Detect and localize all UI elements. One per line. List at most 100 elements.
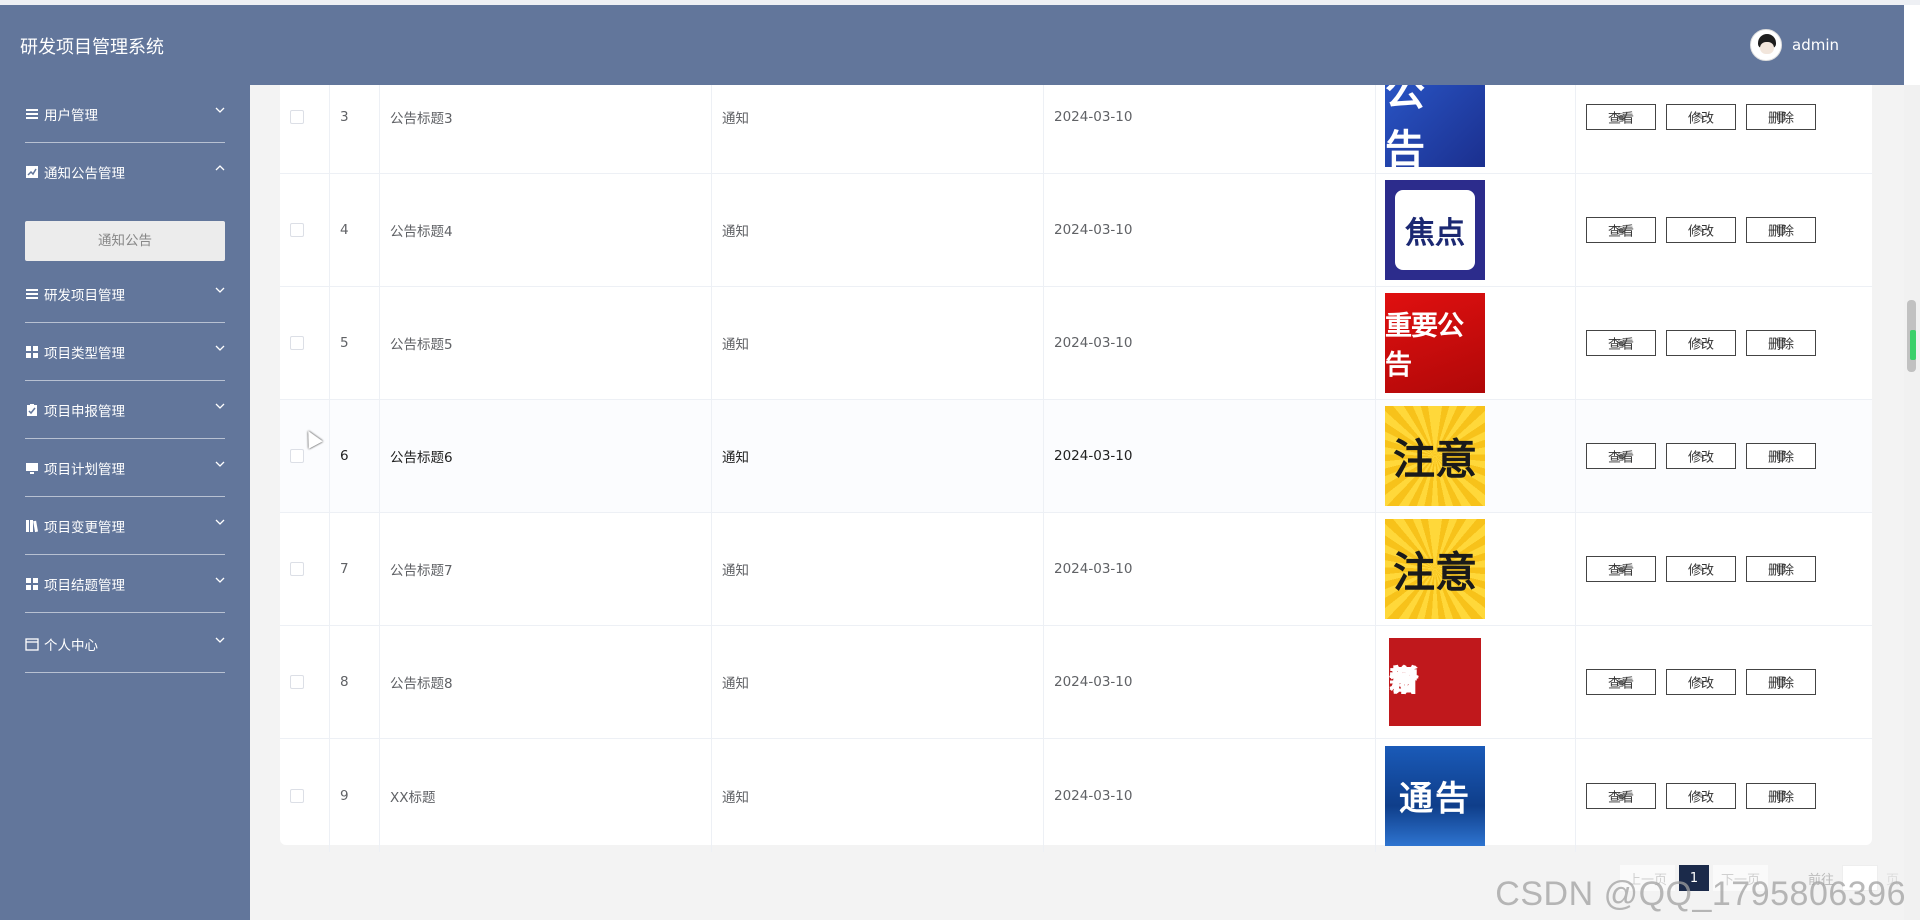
row-date: 2024-03-10: [1054, 674, 1133, 690]
chevron-down-icon: [215, 577, 225, 583]
row-index: 4: [340, 222, 349, 238]
notice-image: 今日新增: [1385, 632, 1485, 732]
row-checkbox[interactable]: [290, 110, 304, 124]
view-button[interactable]: ◉ 查看: [1586, 443, 1656, 469]
edit-button[interactable]: ✎ 修改: [1666, 443, 1736, 469]
page-scrollbar[interactable]: [1904, 85, 1920, 920]
row-type: 通知: [722, 111, 749, 127]
view-button[interactable]: ◉ 查看: [1586, 669, 1656, 695]
calendar-icon: [25, 637, 39, 651]
row-date: 2024-03-10: [1054, 448, 1133, 464]
row-title: 公告标题5: [390, 337, 453, 353]
edit-button[interactable]: ✎ 修改: [1666, 556, 1736, 582]
sidebar-subitem-notice[interactable]: 通知公告: [25, 221, 225, 261]
book-icon: [25, 519, 39, 533]
row-date: 2024-03-10: [1054, 109, 1133, 125]
top-header: 研发项目管理系统 admin: [0, 5, 1904, 85]
sidebar-item-personal-center[interactable]: 个人中心: [0, 615, 250, 673]
row-title: 公告标题6: [390, 450, 453, 466]
user-menu[interactable]: admin: [1750, 29, 1839, 61]
row-type: 通知: [722, 563, 749, 579]
delete-button[interactable]: 🗑 删除: [1746, 669, 1816, 695]
view-button[interactable]: ◉ 查看: [1586, 104, 1656, 130]
row-index: 8: [340, 674, 349, 690]
notice-image: 注意: [1385, 519, 1485, 619]
row-date: 2024-03-10: [1054, 787, 1133, 804]
view-button[interactable]: ◉ 查看: [1586, 330, 1656, 356]
delete-button[interactable]: 🗑 删除: [1746, 782, 1816, 809]
sidebar-item-project-change-management[interactable]: 项目变更管理: [0, 497, 250, 555]
table-row: 5 公告标题5 通知 2024-03-10 重要公告 ◉ 查看 ✎ 修改 🗑 删除: [280, 287, 1872, 400]
row-type: 通知: [722, 789, 749, 806]
sidebar-item-project-type-management[interactable]: 项目类型管理: [0, 323, 250, 381]
delete-button[interactable]: 🗑 删除: [1746, 330, 1816, 356]
table-row: 8 公告标题8 通知 2024-03-10 今日新增 ◉ 查看 ✎ 修改 🗑 删除: [280, 626, 1872, 739]
delete-button[interactable]: 🗑 删除: [1746, 104, 1816, 130]
chevron-down-icon: [215, 637, 225, 643]
row-checkbox[interactable]: [290, 562, 304, 576]
clipboard-icon: [25, 403, 39, 417]
watermark: CSDN @QQ_1795806396: [1495, 875, 1906, 913]
row-title: XX标题: [390, 789, 436, 806]
sidebar-item-label: 项目申报管理: [44, 404, 125, 420]
row-title: 公告标题3: [390, 111, 453, 127]
row-index: 3: [340, 109, 349, 125]
view-button[interactable]: ◉ 查看: [1586, 217, 1656, 243]
view-button[interactable]: ◉ 查看: [1586, 782, 1656, 809]
sidebar-item-label: 项目计划管理: [44, 462, 125, 478]
table-row: 7 公告标题7 通知 2024-03-10 注意 ◉ 查看 ✎ 修改 🗑 删除: [280, 513, 1872, 626]
row-checkbox[interactable]: [290, 223, 304, 237]
delete-button[interactable]: 🗑 删除: [1746, 217, 1816, 243]
row-index: 9: [340, 787, 349, 804]
list-icon: [25, 107, 39, 121]
sidebar-item-user-management[interactable]: 用户管理: [0, 85, 250, 143]
avatar[interactable]: [1750, 29, 1782, 61]
notice-image: 公告: [1385, 85, 1485, 173]
chevron-down-icon: [215, 107, 225, 113]
sidebar-item-project-application-management[interactable]: 项目申报管理: [0, 381, 250, 439]
sidebar-item-rd-project-management[interactable]: 研发项目管理: [0, 265, 250, 323]
notice-image: 通告: [1385, 745, 1485, 846]
grid-icon: [25, 345, 39, 359]
edit-button[interactable]: ✎ 修改: [1666, 217, 1736, 243]
delete-button[interactable]: 🗑 删除: [1746, 556, 1816, 582]
chevron-up-icon: [215, 165, 225, 171]
divider: [25, 612, 225, 613]
sidebar-item-label: 项目变更管理: [44, 520, 125, 536]
table-row: 6 公告标题6 通知 2024-03-10 注意 ◉ 查看 ✎ 修改 🗑 删除: [280, 400, 1872, 513]
edit-button[interactable]: ✎ 修改: [1666, 782, 1736, 809]
sidebar-item-project-plan-management[interactable]: 项目计划管理: [0, 439, 250, 497]
sidebar-item-notice-management[interactable]: 通知公告管理: [0, 143, 250, 201]
chevron-down-icon: [215, 287, 225, 293]
sidebar-item-label: 个人中心: [44, 638, 98, 654]
app-title: 研发项目管理系统: [20, 37, 164, 58]
row-type: 通知: [722, 337, 749, 353]
chevron-down-icon: [215, 461, 225, 467]
row-index: 5: [340, 335, 349, 351]
main-content: 3 公告标题3 通知 2024-03-10 公告 ◉ 查看 ✎ 修改 🗑 删除 4 公…: [250, 85, 1904, 920]
edit-button[interactable]: ✎ 修改: [1666, 669, 1736, 695]
list-icon: [25, 287, 39, 301]
chevron-down-icon: [215, 519, 225, 525]
notice-image: 注意: [1385, 406, 1485, 506]
view-button[interactable]: ◉ 查看: [1586, 556, 1656, 582]
sidebar-item-project-closure-management[interactable]: 项目结题管理: [0, 555, 250, 613]
table-row: 3 公告标题3 通知 2024-03-10 公告 ◉ 查看 ✎ 修改 🗑 删除: [280, 85, 1872, 174]
edit-button[interactable]: ✎ 修改: [1666, 104, 1736, 130]
chevron-down-icon: [215, 403, 225, 409]
username[interactable]: admin: [1792, 36, 1839, 54]
row-date: 2024-03-10: [1054, 222, 1133, 238]
row-checkbox[interactable]: [290, 336, 304, 350]
table-row: 9 XX标题 通知 2024-03-10 通告 ◉ 查看 ✎ 修改 🗑 删除: [280, 739, 1872, 852]
delete-button[interactable]: 🗑 删除: [1746, 443, 1816, 469]
row-checkbox[interactable]: [290, 449, 304, 463]
monitor-icon: [25, 461, 39, 475]
chevron-down-icon: [215, 345, 225, 351]
row-checkbox[interactable]: [290, 788, 304, 803]
row-date: 2024-03-10: [1054, 335, 1133, 351]
row-checkbox[interactable]: [290, 675, 304, 689]
row-type: 通知: [722, 676, 749, 692]
notice-table: 3 公告标题3 通知 2024-03-10 公告 ◉ 查看 ✎ 修改 🗑 删除 4 公…: [280, 85, 1872, 852]
row-title: 公告标题4: [390, 224, 453, 240]
edit-button[interactable]: ✎ 修改: [1666, 330, 1736, 356]
